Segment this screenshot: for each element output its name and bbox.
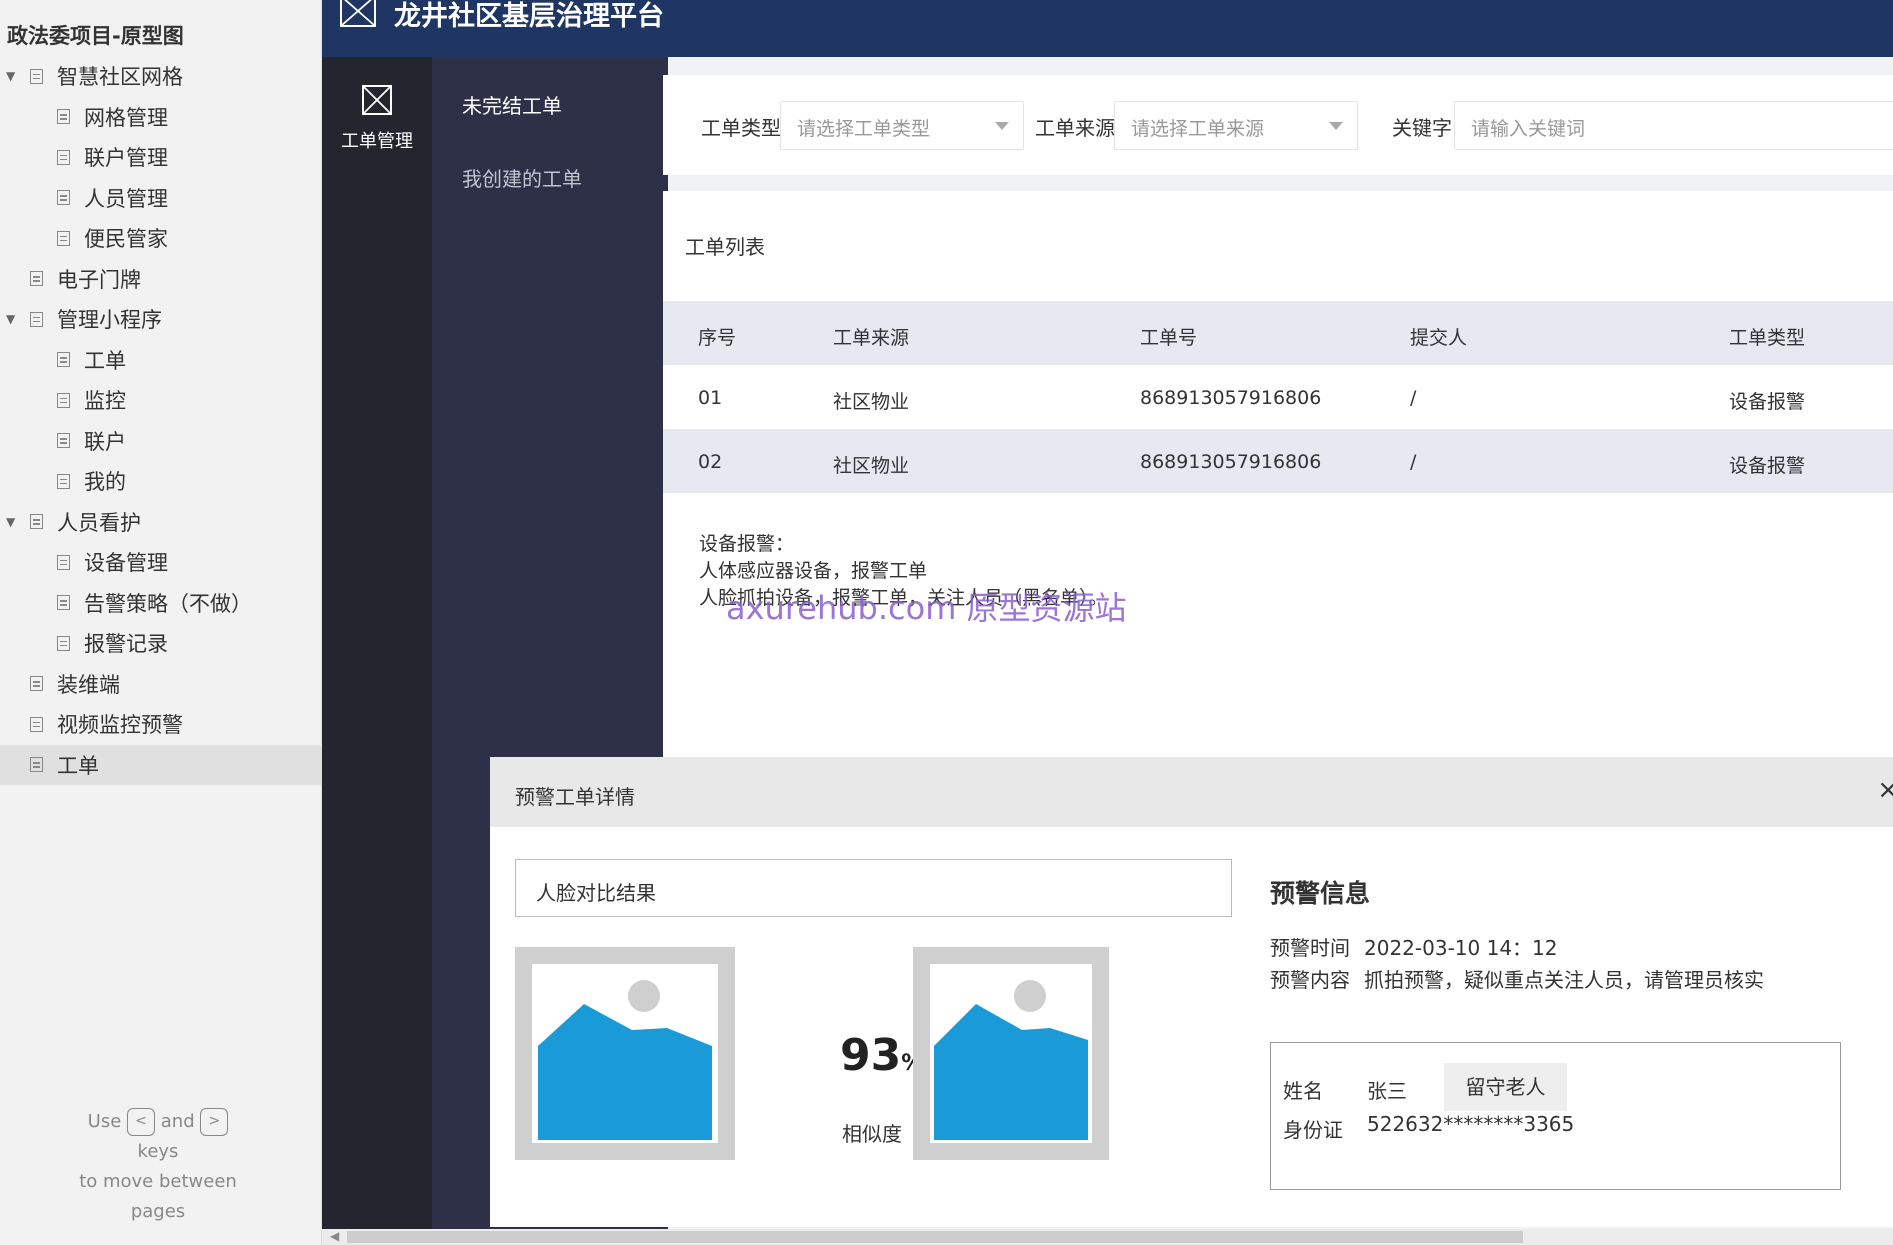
horizontal-scrollbar[interactable]: ◀ (322, 1229, 1893, 1245)
image-placeholder-icon (362, 85, 392, 115)
app-title: 龙井社区基层治理平台 (394, 1, 664, 32)
chevron-down-icon (995, 122, 1009, 130)
sitemap-item[interactable]: 我的 (0, 461, 322, 502)
sitemap-item[interactable]: 装维端 (0, 664, 322, 705)
ticket-source-label: 工单来源 (1035, 116, 1115, 140)
column-header: 提交人 (1410, 327, 1468, 349)
alert-info-title: 预警信息 (1270, 879, 1371, 908)
sitemap-panel: 政法委项目-原型图 ▼ 智慧社区网格 网格管理 联户管理 人员管理 便民管家 电子… (0, 0, 322, 1245)
list-title: 工单列表 (685, 235, 765, 259)
expand-arrow-icon[interactable]: ▼ (6, 69, 15, 83)
page-icon (57, 473, 70, 489)
sitemap-item[interactable]: ▼ 智慧社区网格 (0, 56, 322, 97)
reference-face-image (913, 947, 1109, 1160)
expand-arrow-icon[interactable]: ▼ (6, 312, 15, 326)
page-icon (57, 554, 70, 570)
page-icon (57, 149, 70, 165)
keyword-label: 关键字 (1392, 116, 1452, 140)
page-icon (30, 716, 43, 732)
nav-unfinished-tickets[interactable]: 未完结工单 (462, 90, 562, 119)
nav-ticket-management[interactable]: 工单管理 (322, 85, 432, 153)
sitemap-item[interactable]: 设备管理 (0, 542, 322, 583)
similarity-value: 93% (840, 1030, 923, 1081)
chevron-down-icon (1329, 122, 1343, 130)
column-header: 工单来源 (833, 327, 910, 349)
table-header: 序号 工单来源 工单号 提交人 工单类型 (663, 301, 1893, 365)
person-name: 张三 (1367, 1079, 1407, 1103)
person-info-box: 姓名 张三 留守老人 身份证 522632********3365 (1270, 1042, 1841, 1190)
keyboard-hint: Use < and > keys to move between pages (0, 1107, 316, 1227)
column-header: 工单类型 (1729, 327, 1806, 349)
alert-content-row: 预警内容 抓拍预警，疑似重点关注人员，请管理员核实 (1270, 968, 1764, 992)
page-icon (57, 433, 70, 449)
person-tag-badge: 留守老人 (1444, 1063, 1567, 1111)
filter-bar: 工单类型 请选择工单类型 工单来源 请选择工单来源 关键字 请输入关键词 (663, 75, 1893, 175)
image-placeholder-icon (538, 980, 712, 1140)
person-id: 522632********3365 (1367, 1112, 1575, 1136)
ticket-source-select[interactable]: 请选择工单来源 (1114, 101, 1358, 150)
sitemap-item[interactable]: ▼ 管理小程序 (0, 299, 322, 340)
page-icon (57, 352, 70, 368)
sitemap-item[interactable]: 联户 (0, 421, 322, 462)
ticket-list-panel: 工单列表 序号 工单来源 工单号 提交人 工单类型 01 社区物业 868913… (663, 191, 1893, 761)
scrollbar-thumb[interactable] (347, 1231, 1523, 1243)
similarity-label: 相似度 (842, 1122, 902, 1146)
nav-label: 工单管理 (341, 131, 413, 152)
sitemap-item[interactable]: 工单 (0, 340, 322, 381)
top-bar: 龙井社区基层治理平台 (322, 0, 1893, 57)
alert-ticket-detail-modal: 预警工单详情 × 人脸对比结果 93% 相似度 预警信息 (490, 757, 1893, 1227)
name-label: 姓名 (1283, 1079, 1323, 1103)
sitemap-item[interactable]: 报警记录 (0, 623, 322, 664)
keyword-input[interactable]: 请输入关键词 (1454, 101, 1893, 150)
expand-arrow-icon[interactable]: ▼ (6, 515, 15, 529)
modal-header: 预警工单详情 × (490, 757, 1893, 827)
page-icon (57, 109, 70, 125)
page-icon (57, 595, 70, 611)
page-icon (30, 757, 43, 773)
logo-placeholder-icon (340, 0, 376, 27)
page-icon (30, 271, 43, 287)
close-icon[interactable]: × (1877, 775, 1893, 805)
project-title: 政法委项目-原型图 (7, 24, 184, 48)
ticket-type-select[interactable]: 请选择工单类型 (780, 101, 1024, 150)
page-icon (30, 514, 43, 530)
column-header: 序号 (698, 327, 737, 349)
primary-nav: 工单管理 (322, 57, 432, 1245)
sitemap-item[interactable]: 人员管理 (0, 178, 322, 219)
sitemap-item[interactable]: 告警策略（不做） (0, 583, 322, 624)
modal-title: 预警工单详情 (515, 785, 635, 809)
column-header: 工单号 (1140, 327, 1198, 349)
page-icon (57, 230, 70, 246)
sitemap-item[interactable]: 监控 (0, 380, 322, 421)
nav-my-created-tickets[interactable]: 我创建的工单 (462, 163, 582, 192)
ticket-type-label: 工单类型 (701, 116, 781, 140)
sitemap-item-selected[interactable]: 工单 (0, 744, 322, 785)
sitemap-item[interactable]: 联户管理 (0, 137, 322, 178)
sitemap-item[interactable]: 电子门牌 (0, 259, 322, 300)
page-icon (57, 190, 70, 206)
table-row[interactable]: 01 社区物业 868913057916806 / 设备报警 (663, 365, 1893, 429)
next-key-icon: > (200, 1108, 229, 1136)
sitemap-item[interactable]: 视频监控预警 (0, 704, 322, 745)
page-icon (57, 635, 70, 651)
page-icon (57, 392, 70, 408)
sitemap-item[interactable]: ▼ 人员看护 (0, 502, 322, 543)
watermark: axurehub.com 原型资源站 (726, 589, 1127, 627)
alert-time-row: 预警时间 2022-03-10 14：12 (1270, 936, 1558, 960)
page-icon (30, 676, 43, 692)
id-label: 身份证 (1283, 1118, 1343, 1142)
prev-key-icon: < (127, 1108, 156, 1136)
face-compare-title-box: 人脸对比结果 (515, 859, 1232, 917)
prototype-canvas: 龙井社区基层治理平台 工单管理 未完结工单 我创建的工单 工单类型 请选择工单类… (322, 0, 1893, 1245)
image-placeholder-icon (934, 980, 1088, 1140)
table-row[interactable]: 02 社区物业 868913057916806 / 设备报警 (663, 429, 1893, 493)
scroll-left-arrow-icon[interactable]: ◀ (330, 1229, 339, 1243)
captured-face-image (515, 947, 735, 1160)
page-icon (30, 68, 43, 84)
sitemap-item[interactable]: 网格管理 (0, 97, 322, 138)
page-icon (30, 311, 43, 327)
sitemap-item[interactable]: 便民管家 (0, 218, 322, 259)
sitemap-tree: ▼ 智慧社区网格 网格管理 联户管理 人员管理 便民管家 电子门牌 ▼ 管理小程序 … (0, 56, 322, 785)
